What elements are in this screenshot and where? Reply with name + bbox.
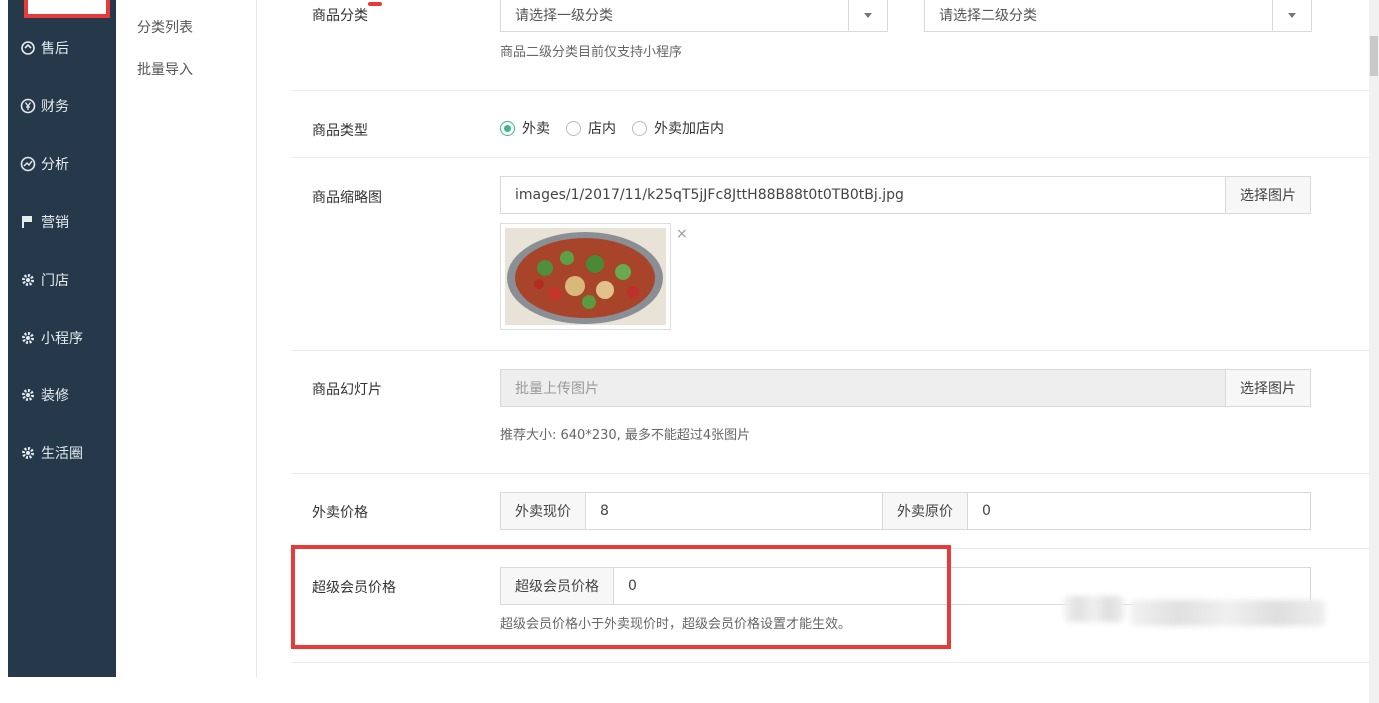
blurred-watermark [1130, 600, 1325, 626]
radio-checked-icon [500, 120, 515, 136]
active-menu-highlight[interactable] [24, 0, 110, 18]
radio-unchecked-icon [566, 120, 581, 136]
type-label: 商品类型 [312, 123, 368, 139]
divider [292, 157, 1369, 158]
divider [292, 350, 1369, 351]
yen-icon [20, 98, 36, 114]
page-bottom-area [0, 677, 1379, 703]
thumbnail-label: 商品缩略图 [312, 190, 382, 206]
sidebar-item-label: 生活圈 [41, 446, 83, 462]
slides-input-group: 批量上传图片 选择图片 [500, 369, 1311, 407]
category-level1-select[interactable]: 请选择一级分类 [500, 0, 888, 32]
sidebar-item-miniprogram[interactable]: 小程序 [20, 328, 83, 348]
divider [292, 90, 1369, 91]
sidebar-item-label: 门店 [41, 273, 69, 289]
radio-label: 外卖 [522, 121, 550, 137]
category-level2-select[interactable]: 请选择二级分类 [924, 0, 1312, 32]
sidebar-item-label: 营销 [41, 215, 69, 231]
slides-help-text: 推荐大小: 640*230, 最多不能超过4张图片 [500, 428, 751, 443]
current-price-input[interactable]: 8 [586, 493, 883, 529]
divider [292, 662, 1369, 663]
chevron-down-icon [848, 0, 887, 31]
thumbnail-select-button[interactable]: 选择图片 [1225, 177, 1310, 213]
thumbnail-preview [500, 223, 671, 330]
sidebar-item-store[interactable]: 门店 [20, 270, 69, 290]
sidebar-item-label: 分析 [41, 157, 69, 173]
food-dish-image [505, 228, 666, 325]
radio-takeaway-and-dine-in[interactable]: 外卖加店内 [632, 118, 724, 138]
thumbnail-input-group: images/1/2017/11/k25qT5jJFc8JttH88B88t0t… [500, 176, 1311, 214]
radio-dine-in[interactable]: 店内 [566, 118, 616, 138]
chart-icon [20, 156, 36, 172]
radio-label: 外卖加店内 [654, 121, 724, 137]
original-price-addon: 外卖原价 [883, 493, 968, 529]
sidebar-item-finance[interactable]: 财务 [20, 96, 69, 116]
sidebar-item-analysis[interactable]: 分析 [20, 154, 69, 174]
radio-label: 店内 [588, 121, 616, 137]
sidebar-item-decoration[interactable]: 装修 [20, 385, 69, 405]
sidebar-item-aftersale[interactable]: 售后 [20, 38, 69, 58]
vertical-scrollbar[interactable] [1369, 0, 1379, 703]
price-label: 外卖价格 [312, 505, 368, 521]
subnav-item-category-list[interactable]: 分类列表 [137, 17, 193, 37]
gear-icon [20, 445, 36, 461]
price-input-group: 外卖现价 8 外卖原价 0 [500, 492, 1311, 530]
gear-icon [20, 387, 36, 403]
sub-navigation: 分类列表 批量导入 [116, 0, 257, 677]
divider [292, 473, 1369, 474]
sidebar-item-label: 装修 [41, 388, 69, 404]
slides-upload-input[interactable]: 批量上传图片 [501, 370, 1225, 406]
sidebar-item-lifecircle[interactable]: 生活圈 [20, 443, 83, 463]
sidebar-item-label: 售后 [41, 41, 69, 57]
radio-takeaway[interactable]: 外卖 [500, 118, 550, 138]
blurred-watermark [1064, 596, 1124, 622]
chevron-down-icon [1272, 0, 1311, 31]
gear-icon [20, 272, 36, 288]
select-value: 请选择二级分类 [939, 8, 1037, 24]
scrollbar-thumb[interactable] [1370, 36, 1378, 76]
sidebar-item-label: 财务 [41, 99, 69, 115]
radio-unchecked-icon [632, 120, 647, 136]
slides-label: 商品幻灯片 [312, 382, 382, 398]
remove-thumbnail-icon[interactable]: × [676, 226, 688, 242]
original-price-input[interactable]: 0 [968, 493, 1310, 529]
sidebar-item-marketing[interactable]: 营销 [20, 212, 69, 232]
sidebar-item-label: 小程序 [41, 331, 83, 347]
subnav-item-batch-import[interactable]: 批量导入 [137, 59, 193, 79]
category-help-text: 商品二级分类目前仅支持小程序 [500, 45, 683, 60]
thumbnail-path-input[interactable]: images/1/2017/11/k25qT5jJFc8JttH88B88t0t… [501, 177, 1225, 213]
annotation-highlight-box [291, 545, 951, 649]
gear-icon [20, 330, 36, 346]
sidebar: 售后 财务 分析 营销 门店 小程序 装修 生活圈 [8, 0, 116, 677]
flag-icon [20, 214, 36, 230]
current-price-addon: 外卖现价 [501, 493, 586, 529]
category-label: 商品分类 [312, 8, 368, 24]
slides-select-button[interactable]: 选择图片 [1225, 370, 1310, 406]
select-value: 请选择一级分类 [515, 8, 613, 24]
refresh-icon [20, 40, 36, 56]
annotation-stroke [368, 2, 382, 6]
type-radio-group: 外卖 店内 外卖加店内 [500, 118, 740, 138]
